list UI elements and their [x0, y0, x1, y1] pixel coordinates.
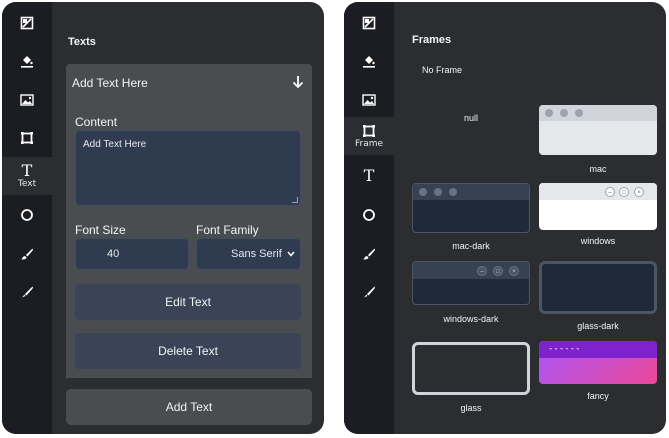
- pen-icon: [364, 286, 375, 298]
- tool-sidebar: Frame T: [344, 2, 394, 434]
- frame-thumb-mac[interactable]: [539, 105, 657, 155]
- panel-title: Texts: [68, 36, 96, 48]
- frame-thumb-windows-dark[interactable]: – □ ×: [412, 261, 530, 305]
- text-icon: T: [21, 160, 33, 180]
- content-label: Content: [75, 115, 118, 129]
- frame-titlebar: [539, 105, 657, 121]
- frame-thumb-glass[interactable]: [412, 342, 530, 395]
- frame-tool-label: Frame: [354, 138, 384, 149]
- frame-tool-button[interactable]: Frame: [344, 117, 394, 155]
- maximize-icon: □: [493, 266, 503, 276]
- paint-bucket-icon: [363, 56, 375, 68]
- brush-icon: [21, 248, 33, 260]
- crop-tool-button[interactable]: [2, 4, 52, 42]
- frame-thumb-windows[interactable]: – □ ×: [539, 183, 657, 230]
- delete-text-button[interactable]: Delete Text: [75, 333, 301, 369]
- brush-icon: [363, 248, 375, 260]
- fancy-titlebar: ------: [539, 341, 657, 358]
- frame-thumb-glass-dark[interactable]: [539, 261, 657, 314]
- image-icon: [20, 94, 34, 106]
- frame-icon: [21, 132, 33, 144]
- frame-tool-button[interactable]: [2, 119, 52, 157]
- pen-tool-button[interactable]: [2, 273, 52, 311]
- frame-label-windows: windows: [580, 236, 616, 246]
- text-item-header[interactable]: Add Text Here: [66, 64, 312, 102]
- window-dot-icon: [434, 188, 442, 196]
- close-icon: ×: [634, 187, 644, 197]
- window-dot-icon: [419, 188, 427, 196]
- frame-thumb-fancy[interactable]: ------: [539, 341, 657, 384]
- circle-icon: [363, 209, 375, 221]
- window-dot-icon: [575, 109, 583, 117]
- circle-tool-button[interactable]: [344, 196, 394, 234]
- text-icon: T: [363, 166, 375, 185]
- pen-tool-button[interactable]: [344, 273, 394, 311]
- chevron-down-icon: [287, 251, 295, 257]
- font-size-value: 40: [107, 248, 120, 260]
- delete-text-label: Delete Text: [158, 344, 218, 358]
- font-family-value: Sans Serif: [231, 248, 282, 260]
- fill-tool-button[interactable]: [2, 42, 52, 80]
- minimize-icon: –: [477, 266, 487, 276]
- frame-icon: [363, 124, 375, 137]
- no-frame-option[interactable]: No Frame: [414, 55, 655, 84]
- maximize-icon: □: [619, 187, 629, 197]
- edit-text-button[interactable]: Edit Text: [75, 284, 301, 320]
- crop-tool-button[interactable]: [344, 4, 394, 42]
- font-family-select[interactable]: Sans Serif: [196, 238, 301, 270]
- text-item-card: Add Text Here Content Add Text Here Font…: [66, 64, 312, 378]
- content-textarea[interactable]: Add Text Here: [75, 130, 301, 206]
- edit-text-label: Edit Text: [165, 295, 211, 309]
- image-tool-button[interactable]: [344, 81, 394, 119]
- resize-handle-icon[interactable]: [292, 197, 298, 203]
- window-dot-icon: [560, 109, 568, 117]
- brush-tool-button[interactable]: [344, 235, 394, 273]
- window-dot-icon: [449, 188, 457, 196]
- frame-label-fancy: fancy: [587, 391, 609, 401]
- text-tool-button[interactable]: T Text: [2, 157, 52, 195]
- frame-titlebar: [413, 184, 529, 200]
- image-tool-button[interactable]: [2, 81, 52, 119]
- add-text-label: Add Text: [165, 400, 213, 414]
- frame-label-glass: glass: [460, 403, 482, 413]
- text-tool-button[interactable]: T: [344, 157, 394, 195]
- font-size-label: Font Size: [75, 223, 126, 237]
- tool-sidebar: T Text: [2, 2, 52, 434]
- image-crop-icon: [362, 16, 376, 30]
- panel-title: Frames: [412, 34, 452, 46]
- close-icon: ×: [509, 266, 519, 276]
- arrow-down-icon[interactable]: [292, 75, 304, 89]
- circle-tool-button[interactable]: [2, 196, 52, 234]
- image-crop-icon: [20, 16, 34, 30]
- minimize-icon: –: [605, 187, 615, 197]
- frame-label-glass-dark: glass-dark: [577, 321, 619, 331]
- image-icon: [362, 94, 376, 106]
- add-text-button[interactable]: Add Text: [66, 389, 312, 425]
- content-textarea-value: Add Text Here: [83, 139, 147, 150]
- frame-thumb-mac-dark[interactable]: [412, 183, 530, 233]
- font-size-input[interactable]: 40: [75, 238, 189, 270]
- frame-option-null[interactable]: null: [412, 113, 530, 123]
- brush-tool-button[interactable]: [2, 235, 52, 273]
- fill-tool-button[interactable]: [344, 42, 394, 80]
- frame-label-mac-dark: mac-dark: [452, 241, 490, 251]
- window-dot-icon: [545, 109, 553, 117]
- no-frame-label: No Frame: [422, 64, 463, 75]
- frame-label-mac: mac: [589, 164, 607, 174]
- text-item-title: Add Text Here: [72, 76, 148, 90]
- frame-label-windows-dark: windows-dark: [443, 314, 499, 324]
- circle-icon: [21, 209, 33, 221]
- paint-bucket-icon: [21, 56, 33, 68]
- text-tool-label: Text: [17, 178, 37, 189]
- font-family-label: Font Family: [196, 223, 259, 237]
- pen-icon: [22, 286, 33, 298]
